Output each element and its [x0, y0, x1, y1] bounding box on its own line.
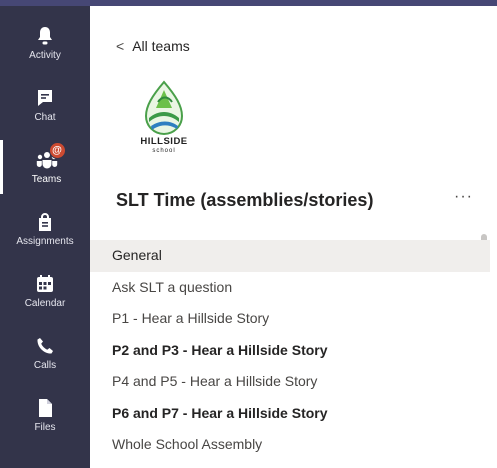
- channel-item-ask-slt[interactable]: Ask SLT a question: [90, 272, 490, 304]
- phone-icon: [34, 335, 56, 357]
- app-rail: Activity Chat @ Teams Assignments Calend…: [0, 6, 90, 468]
- rail-label-assignments: Assignments: [16, 236, 74, 247]
- channel-item-p4-p5[interactable]: P4 and P5 - Hear a Hillside Story: [90, 366, 490, 398]
- rail-label-teams: Teams: [31, 174, 62, 185]
- rail-item-files[interactable]: Files: [0, 388, 90, 442]
- team-logo: HILLSIDE school: [132, 80, 196, 154]
- assignments-icon: [34, 211, 56, 233]
- chat-icon: [34, 87, 56, 109]
- channel-item-p2-p3[interactable]: P2 and P3 - Hear a Hillside Story: [90, 335, 490, 367]
- rail-item-teams[interactable]: @ Teams: [0, 140, 90, 194]
- team-name: SLT Time (assemblies/stories): [116, 190, 374, 210]
- rail-item-calls[interactable]: Calls: [0, 326, 90, 380]
- team-panel: < All teams HILLSIDE school SLT Time (as…: [90, 6, 497, 468]
- channel-item-p6-p7[interactable]: P6 and P7 - Hear a Hillside Story: [90, 398, 490, 430]
- logo-subtext: school: [152, 148, 175, 154]
- logo-text: HILLSIDE: [140, 136, 187, 147]
- rail-label-calls: Calls: [33, 360, 57, 371]
- channel-item-whole-school[interactable]: Whole School Assembly: [90, 429, 490, 461]
- teams-icon: @: [36, 142, 66, 171]
- rail-label-calendar: Calendar: [24, 298, 66, 309]
- rail-label-files: Files: [34, 422, 56, 433]
- chevron-left-icon: <: [116, 38, 125, 54]
- rail-item-activity[interactable]: Activity: [0, 16, 90, 70]
- channel-item-p1[interactable]: P1 - Hear a Hillside Story: [90, 303, 490, 335]
- rail-item-calendar[interactable]: Calendar: [0, 264, 90, 318]
- rail-item-assignments[interactable]: Assignments: [0, 202, 90, 256]
- more-options-icon[interactable]: ···: [454, 188, 473, 206]
- rail-label-activity: Activity: [29, 50, 61, 61]
- channel-item-general[interactable]: General: [90, 240, 490, 272]
- mention-badge: @: [48, 142, 66, 159]
- channel-list: General Ask SLT a question P1 - Hear a H…: [90, 240, 490, 461]
- rail-item-chat[interactable]: Chat: [0, 78, 90, 132]
- rail-label-chat: Chat: [34, 112, 56, 123]
- all-teams-link[interactable]: < All teams: [116, 38, 190, 54]
- bell-icon: [34, 25, 56, 47]
- file-icon: [34, 397, 56, 419]
- all-teams-label: All teams: [132, 38, 190, 54]
- calendar-icon: [34, 273, 56, 295]
